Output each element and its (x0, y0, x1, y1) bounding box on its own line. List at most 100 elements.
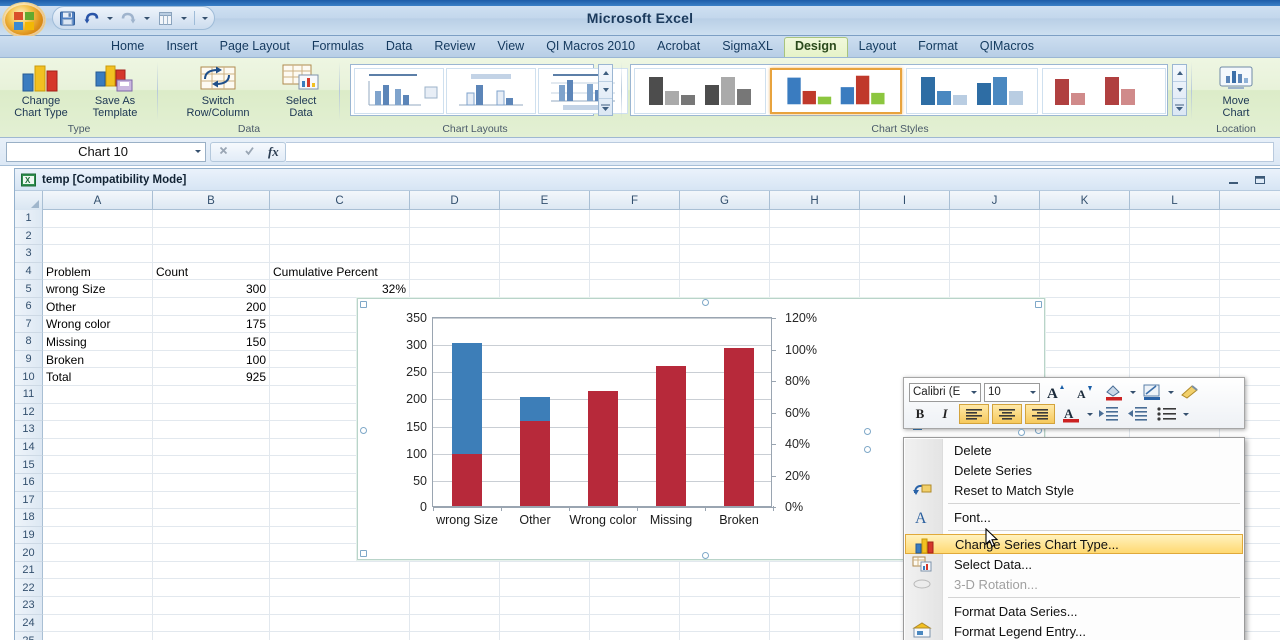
bar-missing[interactable] (656, 365, 686, 506)
bar-wrong-size[interactable] (452, 343, 482, 506)
tab-sigmaxl[interactable]: SigmaXL (711, 37, 784, 57)
cell-d23[interactable] (410, 597, 500, 615)
tab-design[interactable]: Design (783, 37, 848, 57)
enter-formula-icon[interactable] (243, 144, 256, 160)
cell-a13[interactable] (43, 421, 153, 439)
formula-bar-buttons[interactable]: fx (210, 141, 286, 162)
print-preview-icon[interactable] (157, 10, 174, 27)
cell-b7[interactable]: 175 (153, 315, 270, 334)
table-row[interactable] (43, 245, 1280, 263)
cell-g23[interactable] (680, 597, 770, 615)
cell-a9[interactable]: Broken (43, 350, 153, 369)
row-header[interactable]: 3 (15, 245, 43, 263)
cell-a22[interactable] (43, 579, 153, 598)
column-header-f[interactable]: F (590, 191, 680, 210)
cell-e21[interactable] (500, 561, 590, 580)
menu-item-select-data[interactable]: Select Data... (904, 554, 1244, 574)
cell-e24[interactable] (500, 614, 590, 633)
column-header-b[interactable]: B (153, 191, 270, 210)
cell-f1[interactable] (590, 210, 680, 228)
cell-c25[interactable] (270, 632, 410, 640)
cell-a8[interactable]: Missing (43, 333, 153, 351)
legend-handle-left-bottom[interactable] (864, 446, 871, 453)
bar-wrong-color[interactable] (588, 390, 618, 506)
cell-h22[interactable] (770, 579, 860, 598)
print-dropdown-icon[interactable] (181, 16, 187, 20)
cell-k4[interactable] (1040, 262, 1130, 281)
column-header-i[interactable]: I (860, 191, 950, 210)
cell-b3[interactable] (153, 245, 270, 263)
cell-c5[interactable]: 32% (270, 280, 410, 298)
restore-icon[interactable] (1252, 173, 1268, 187)
font-color-icon[interactable]: A (1058, 404, 1084, 424)
menu-item-format-data-series[interactable]: Format Data Series... (904, 601, 1244, 621)
cell-k2[interactable] (1040, 227, 1130, 246)
cell-d4[interactable] (410, 262, 500, 281)
cell-i2[interactable] (860, 227, 950, 246)
undo-dropdown-icon[interactable] (107, 16, 113, 20)
save-as-template-button[interactable]: Save As Template (78, 62, 152, 120)
cell-b14[interactable] (153, 438, 270, 457)
tab-view[interactable]: View (486, 37, 535, 57)
cell-g21[interactable] (680, 561, 770, 580)
cell-k5[interactable] (1040, 280, 1130, 298)
cell-a2[interactable] (43, 227, 153, 246)
cell-g1[interactable] (680, 210, 770, 228)
cell-a1[interactable] (43, 210, 153, 228)
cell-b21[interactable] (153, 561, 270, 580)
tab-page-layout[interactable]: Page Layout (209, 37, 301, 57)
select-data-button[interactable]: Select Data (264, 62, 338, 120)
cell-h2[interactable] (770, 227, 860, 246)
cell-b4[interactable]: Count (153, 262, 270, 281)
cell-j5[interactable] (950, 280, 1040, 298)
tab-data[interactable]: Data (375, 37, 423, 57)
cell-h4[interactable] (770, 262, 860, 281)
row-header[interactable]: 8 (15, 333, 43, 351)
column-header-e[interactable]: E (500, 191, 590, 210)
cell-a18[interactable] (43, 509, 153, 527)
cell-a15[interactable] (43, 456, 153, 474)
row-header[interactable]: 18 (15, 509, 43, 527)
cell-b6[interactable]: 200 (153, 297, 270, 316)
chart-style-option-4[interactable] (1042, 68, 1166, 114)
cell-l2[interactable] (1130, 227, 1220, 246)
cell-e23[interactable] (500, 597, 590, 615)
minimize-icon[interactable] (1226, 173, 1242, 187)
cell-b10[interactable]: 925 (153, 368, 270, 386)
cell-k9[interactable] (1040, 350, 1130, 369)
font-name-field[interactable]: Calibri (E (909, 382, 981, 402)
cell-a6[interactable]: Other (43, 297, 153, 316)
chart-plot-area[interactable]: 350 300 250 200 150 100 50 0 120% 100% 8… (406, 311, 817, 527)
cell-j2[interactable] (950, 227, 1040, 246)
context-menu[interactable]: Delete Delete Series Reset to Match Styl… (903, 437, 1245, 640)
cell-f2[interactable] (590, 227, 680, 246)
workbook-window-controls[interactable] (1226, 173, 1280, 187)
cell-b18[interactable] (153, 509, 270, 527)
cell-a21[interactable] (43, 561, 153, 580)
cell-e1[interactable] (500, 210, 590, 228)
cell-d22[interactable] (410, 579, 500, 598)
row-header[interactable]: 7 (15, 315, 43, 334)
bullets-icon[interactable] (1154, 404, 1180, 424)
row-header[interactable]: 12 (15, 403, 43, 422)
save-icon[interactable] (59, 10, 76, 27)
more-styles-button[interactable] (1173, 99, 1186, 115)
tab-qimacros[interactable]: QIMacros (969, 37, 1045, 57)
cell-a14[interactable] (43, 438, 153, 457)
cell-g5[interactable] (680, 280, 770, 298)
cell-f23[interactable] (590, 597, 680, 615)
cell-b12[interactable] (153, 403, 270, 422)
table-row[interactable] (43, 227, 1280, 246)
column-header-h[interactable]: H (770, 191, 860, 210)
cell-l1[interactable] (1130, 210, 1220, 228)
column-header-d[interactable]: D (410, 191, 500, 210)
cell-b13[interactable] (153, 421, 270, 439)
row-header[interactable]: 19 (15, 526, 43, 545)
cell-c21[interactable] (270, 561, 410, 580)
column-header-a[interactable]: A (43, 191, 153, 210)
tab-formulas[interactable]: Formulas (301, 37, 375, 57)
cell-d5[interactable] (410, 280, 500, 298)
align-left-icon[interactable] (959, 404, 989, 424)
tab-insert[interactable]: Insert (155, 37, 208, 57)
cell-b5[interactable]: 300 (153, 280, 270, 298)
